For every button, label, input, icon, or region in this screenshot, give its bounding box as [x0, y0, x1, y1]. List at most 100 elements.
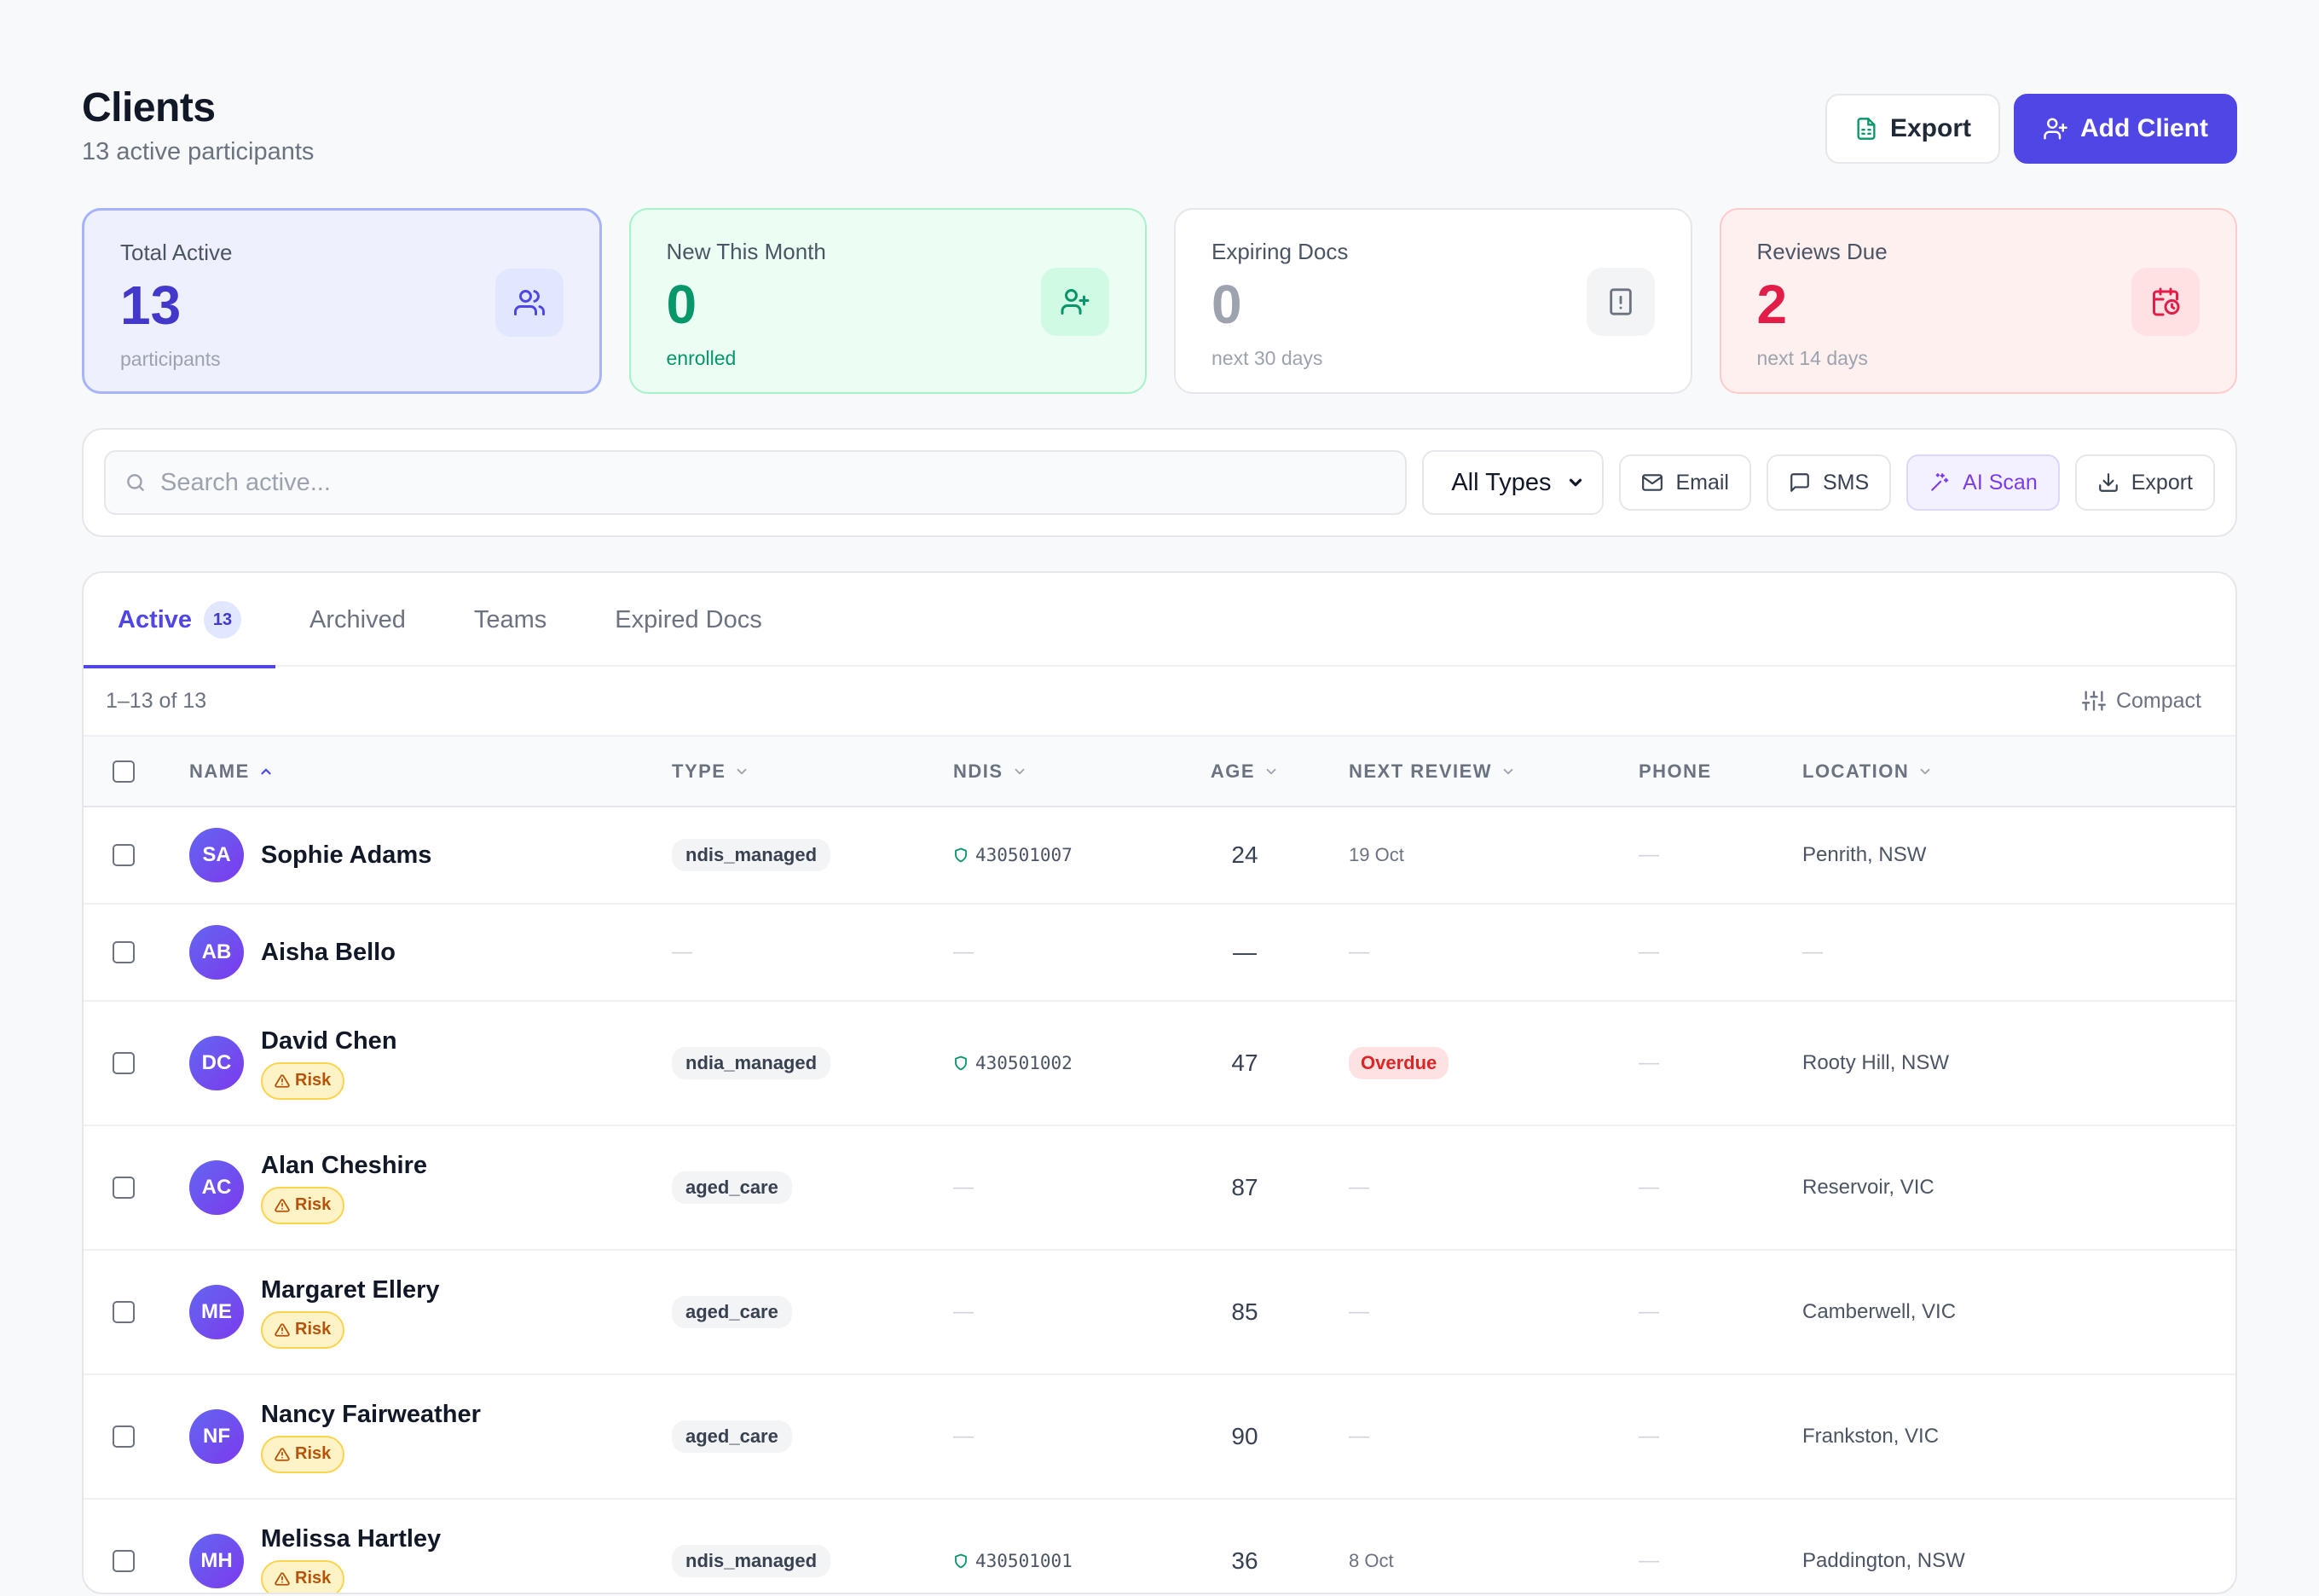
location-value: Reservoir, VIC [1802, 1176, 1934, 1199]
sort-chevron-icon [1264, 764, 1279, 779]
stat-card-reviews-due[interactable]: Reviews Due 2 next 14 days [1719, 208, 2237, 394]
avatar: ME [189, 1285, 244, 1339]
toolbar-export-label: Export [2131, 470, 2193, 494]
column-header-location[interactable]: LOCATION [1802, 737, 2235, 807]
age-value: 87 [1231, 1174, 1258, 1200]
table-row[interactable]: SA Sophie Adams ndis_managed 430501007 2… [84, 807, 2235, 905]
row-checkbox[interactable] [113, 844, 135, 866]
name-cell: DC David Chen Risk [189, 1001, 672, 1126]
compact-toggle[interactable]: Compact [2081, 689, 2201, 714]
column-header-name[interactable]: NAME [189, 737, 672, 807]
review-cell: — [1349, 1250, 1639, 1375]
risk-badge: Risk [261, 1435, 345, 1473]
ndis-value: 430501001 [975, 1551, 1073, 1571]
search-box[interactable] [104, 450, 1408, 515]
ai-scan-button-label: AI Scan [1963, 470, 2038, 494]
review-value: 19 Oct [1349, 844, 1404, 865]
name-cell: NF Nancy Fairweather Risk [189, 1374, 672, 1500]
client-name-link[interactable]: Sophie Adams [261, 841, 431, 870]
age-value: — [1233, 939, 1257, 965]
sliders-icon [2081, 689, 2106, 713]
table-row[interactable]: MH Melissa Hartley Risk ndis_managed 430… [84, 1499, 2235, 1593]
phone-value: — [1639, 1176, 1659, 1199]
tab-archived[interactable]: Archived [275, 573, 440, 667]
email-button-label: Email [1675, 470, 1729, 494]
column-header-next-review[interactable]: NEXT REVIEW [1349, 737, 1639, 807]
stat-card-total-active[interactable]: Total Active 13 participants [82, 208, 602, 394]
tab-active[interactable]: Active 13 [84, 573, 276, 668]
add-client-button[interactable]: Add Client [2014, 94, 2237, 164]
client-name-link[interactable]: Nancy Fairweather [261, 1401, 481, 1429]
column-header-age[interactable]: AGE [1141, 737, 1349, 807]
phone-cell: — [1639, 1499, 1802, 1593]
row-checkbox[interactable] [113, 1301, 135, 1323]
tab-expired-docs[interactable]: Expired Docs [581, 573, 795, 667]
stat-card-new-this-month[interactable]: New This Month 0 enrolled [628, 208, 1147, 394]
location-cell: Frankston, VIC [1802, 1374, 2235, 1500]
select-all-checkbox[interactable] [113, 760, 135, 783]
phone-value: — [1639, 1425, 1659, 1448]
table-row[interactable]: AB Aisha Bello — — — — — — [84, 904, 2235, 1002]
risk-label: Risk [295, 1444, 332, 1463]
row-checkbox[interactable] [113, 1052, 135, 1074]
table-row[interactable]: DC David Chen Risk ndia_managed 43050100… [84, 1001, 2235, 1126]
risk-label: Risk [295, 1071, 332, 1090]
table-row[interactable]: ME Margaret Ellery Risk aged_care — 85 —… [84, 1250, 2235, 1375]
row-select-cell [84, 1001, 189, 1126]
mail-icon [1641, 471, 1663, 494]
stat-card-expiring-docs[interactable]: Expiring Docs 0 next 30 days [1174, 208, 1692, 394]
search-icon [124, 471, 147, 494]
tab-teams[interactable]: Teams [440, 573, 581, 667]
ai-scan-button[interactable]: AI Scan [1906, 454, 2060, 511]
row-checkbox[interactable] [113, 1177, 135, 1199]
calendar-clock-icon [2131, 268, 2200, 336]
toolbar-export-button[interactable]: Export [2074, 454, 2215, 511]
title-block: Clients 13 active participants [82, 82, 314, 166]
row-checkbox[interactable] [113, 1425, 135, 1448]
email-button[interactable]: Email [1619, 454, 1751, 511]
column-header-type[interactable]: TYPE [672, 737, 953, 807]
client-name-link[interactable]: Melissa Hartley [261, 1525, 441, 1553]
location-cell: Paddington, NSW [1802, 1499, 2235, 1593]
phone-value: — [1639, 1300, 1659, 1323]
table-row[interactable]: AC Alan Cheshire Risk aged_care — 87 — —… [84, 1125, 2235, 1251]
result-count: 1–13 of 13 [106, 688, 207, 713]
stat-label: Reviews Due [1756, 239, 1888, 264]
sms-button[interactable]: SMS [1766, 454, 1892, 511]
sort-chevron-icon [1917, 764, 1933, 779]
avatar: SA [189, 828, 244, 882]
review-value: — [1349, 1300, 1369, 1323]
chevron-down-icon [1566, 473, 1585, 492]
list-meta-row: 1–13 of 13 Compact [84, 667, 2235, 737]
table-row[interactable]: NF Nancy Fairweather Risk aged_care — 90… [84, 1374, 2235, 1500]
age-value: 90 [1231, 1423, 1258, 1449]
export-button[interactable]: Export [1825, 94, 2000, 164]
shield-icon [953, 1055, 969, 1072]
location-value: Frankston, VIC [1802, 1425, 1940, 1448]
type-filter-select[interactable]: All Types [1422, 450, 1605, 515]
location-cell: Reservoir, VIC [1802, 1125, 2235, 1251]
stat-label: Expiring Docs [1212, 239, 1349, 264]
ndis-value: 430501007 [975, 845, 1073, 865]
phone-cell: — [1639, 807, 1802, 905]
age-cell: 87 [1141, 1125, 1349, 1251]
age-cell: 47 [1141, 1001, 1349, 1126]
overdue-badge: Overdue [1349, 1047, 1449, 1079]
avatar: NF [189, 1409, 244, 1464]
client-name-link[interactable]: David Chen [261, 1027, 397, 1055]
review-cell: 8 Oct [1349, 1499, 1639, 1593]
client-name-link[interactable]: Aisha Bello [261, 939, 396, 967]
type-cell: ndis_managed [672, 1499, 953, 1593]
search-input[interactable] [160, 468, 1387, 497]
user-plus-icon [2043, 116, 2068, 142]
client-name-link[interactable]: Alan Cheshire [261, 1152, 427, 1180]
table-body: SA Sophie Adams ndis_managed 430501007 2… [84, 807, 2235, 1593]
row-checkbox[interactable] [113, 941, 135, 963]
column-header-ndis[interactable]: NDIS [953, 737, 1141, 807]
warning-icon [275, 1198, 290, 1213]
name-cell: ME Margaret Ellery Risk [189, 1250, 672, 1375]
client-name-link[interactable]: Margaret Ellery [261, 1276, 440, 1304]
warning-icon [275, 1073, 290, 1089]
row-checkbox[interactable] [113, 1550, 135, 1572]
ndis-cell: — [953, 1250, 1141, 1375]
